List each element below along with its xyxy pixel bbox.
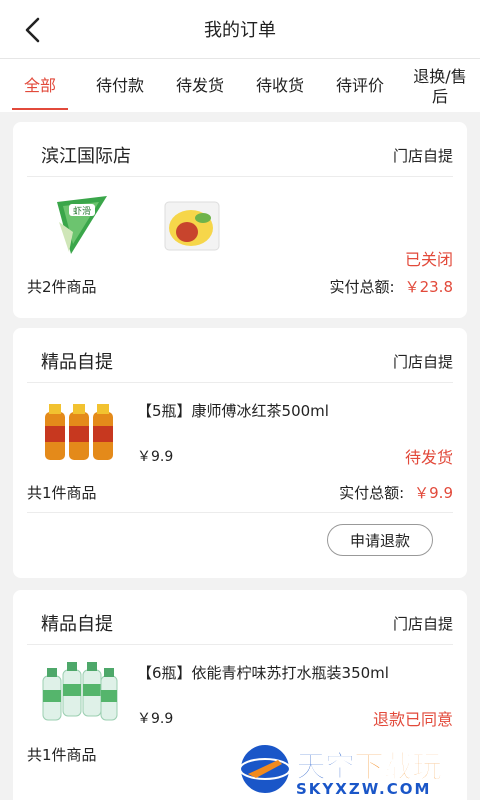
order-total: 实付总额: ￥23.8 — [330, 276, 453, 297]
egg-snack-icon — [164, 201, 220, 251]
tab-returns-label: 退换/售后 — [413, 66, 467, 106]
item-count: 共1件商品 — [27, 484, 97, 502]
order-tabs: 全部 待付款 待发货 待收货 待评价 退换/售后 — [0, 58, 480, 112]
shrimp-snack-icon: 虾滑 — [57, 196, 107, 254]
tab-pending-receipt[interactable]: 待收货 — [240, 59, 320, 112]
tab-returns[interactable]: 退换/售后 — [400, 59, 480, 112]
product-price: ￥9.9 — [137, 711, 174, 727]
tab-all[interactable]: 全部 — [0, 59, 80, 112]
globe-plane-logo-icon — [239, 743, 291, 795]
divider — [27, 176, 453, 177]
product-name: 【5瓶】康师傅冰红茶500ml — [137, 402, 329, 420]
ice-tea-bottles-icon — [45, 404, 113, 460]
order-status: 已关闭 — [404, 250, 453, 269]
order-card[interactable]: 精品自提 门店自提 【5瓶】康师傅冰红茶500ml ￥9.9 待发货 共1件商品… — [13, 328, 467, 578]
divider — [27, 382, 453, 383]
pickup-label: 门店自提 — [392, 614, 453, 633]
item-count: 共1件商品 — [27, 746, 97, 764]
back-arrow-icon[interactable] — [14, 14, 50, 46]
product-price: ￥9.9 — [137, 449, 174, 465]
pickup-label: 门店自提 — [392, 146, 453, 165]
order-status: 退款已同意 — [372, 710, 453, 729]
store-name: 精品自提 — [41, 352, 113, 373]
soda-water-bottles-icon — [42, 662, 118, 721]
total-amount: ￥23.8 — [404, 278, 453, 296]
divider — [27, 644, 453, 645]
header-bar: 我的订单 — [0, 0, 480, 58]
svg-text:虾滑: 虾滑 — [73, 205, 91, 217]
total-label: 实付总额: — [339, 484, 405, 502]
total-label: 实付总额: — [329, 278, 395, 296]
tab-pending-shipment[interactable]: 待发货 — [160, 59, 240, 112]
store-name: 精品自提 — [41, 614, 113, 635]
tab-pending-review[interactable]: 待评价 — [320, 59, 400, 112]
total-amount: ￥9.9 — [414, 484, 453, 502]
page-title: 我的订单 — [204, 20, 276, 41]
item-count: 共2件商品 — [27, 278, 97, 296]
order-status: 待发货 — [404, 448, 453, 467]
order-total: 实付总额: ￥9.9 — [339, 482, 453, 503]
order-card[interactable]: 滨江国际店 门店自提 虾滑 已关闭 共2件商品 实付总额: ￥23.8 — [13, 122, 467, 318]
watermark-url: SKYXZW.COM — [296, 780, 432, 798]
product-name: 【6瓶】依能青柠味苏打水瓶装350ml — [137, 664, 389, 682]
pickup-label: 门店自提 — [392, 352, 453, 371]
divider — [27, 512, 453, 513]
request-refund-button[interactable]: 申请退款 — [327, 524, 433, 556]
tab-pending-payment[interactable]: 待付款 — [80, 59, 160, 112]
site-watermark: 天空下载玩 SKYXZW.COM — [230, 738, 480, 800]
store-name: 滨江国际店 — [41, 146, 131, 167]
